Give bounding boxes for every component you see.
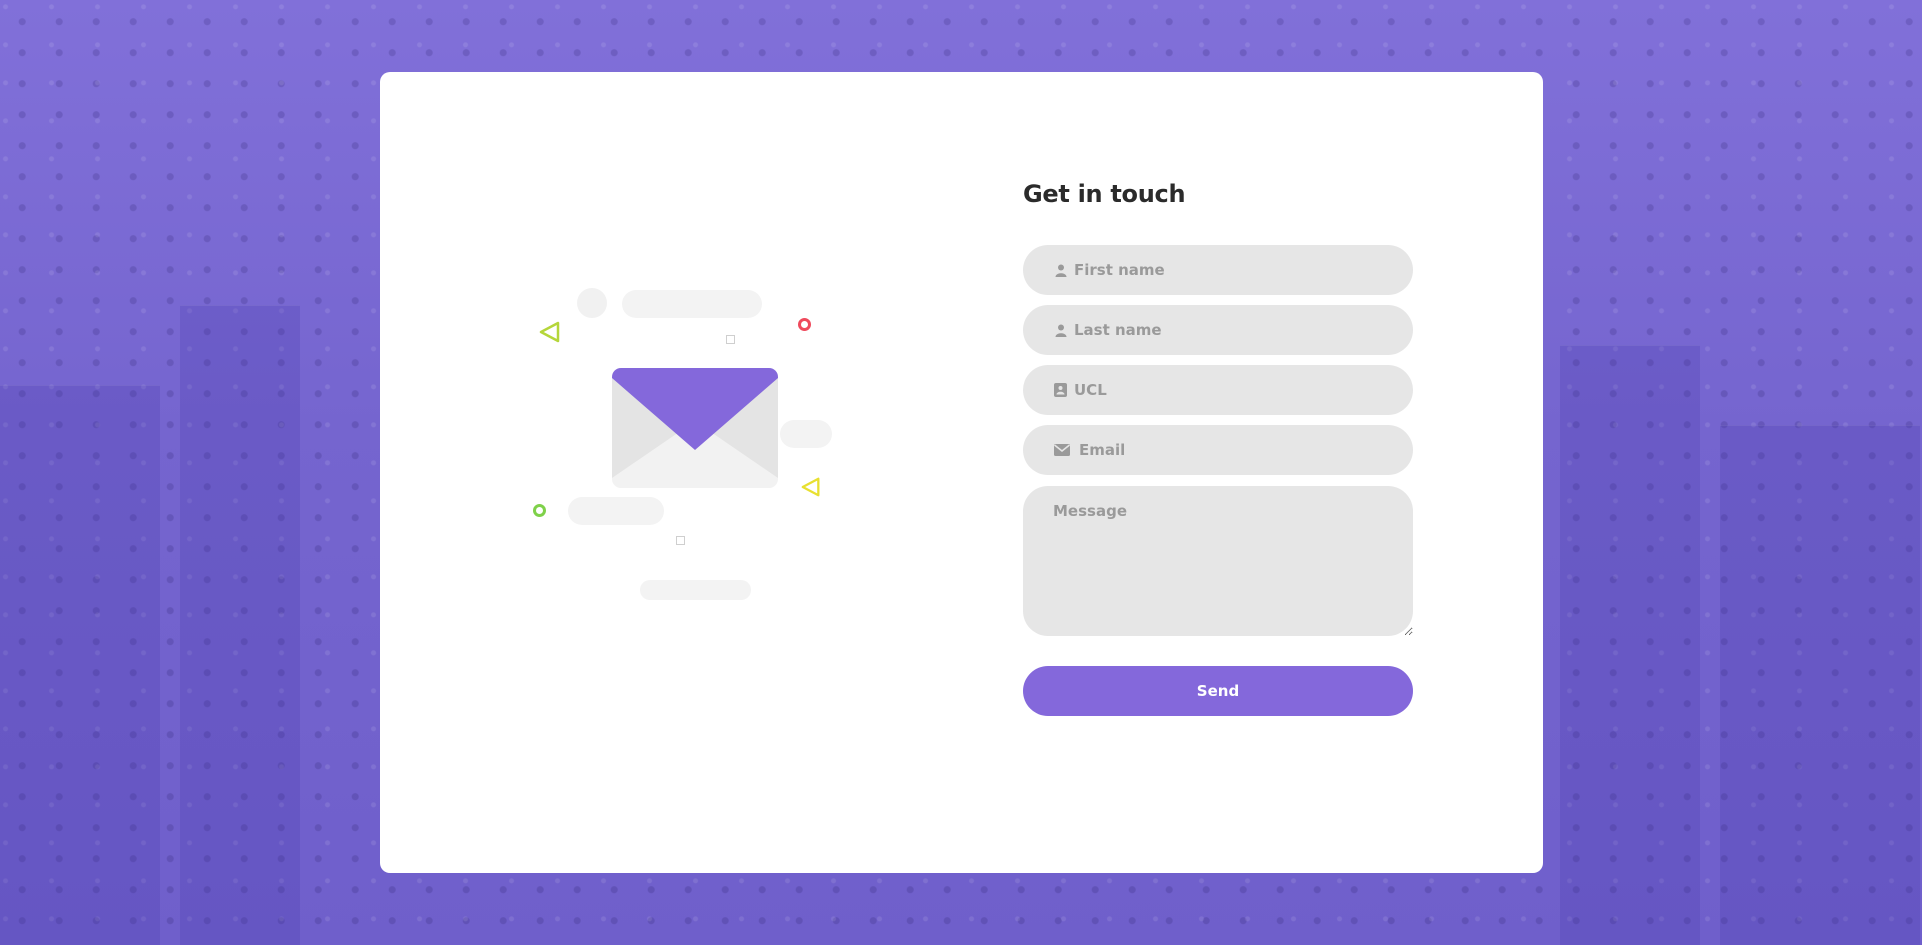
message-textarea[interactable]	[1023, 486, 1413, 636]
user-icon	[1053, 263, 1068, 278]
id-card-icon	[1053, 383, 1068, 398]
background-building	[1720, 425, 1920, 945]
user-icon	[1053, 323, 1068, 338]
last-name-field[interactable]	[1023, 305, 1413, 355]
ucl-field[interactable]	[1023, 365, 1413, 415]
mail-illustration	[380, 72, 980, 873]
background-building	[180, 305, 300, 945]
send-button[interactable]: Send	[1023, 666, 1413, 716]
green-triangle-icon	[539, 321, 560, 343]
decor-pill	[568, 497, 664, 525]
email-input[interactable]	[1079, 441, 1399, 459]
last-name-input[interactable]	[1074, 321, 1394, 339]
green-ring-icon	[533, 504, 546, 517]
decor-pill	[780, 420, 832, 448]
decor-square	[726, 335, 735, 344]
email-field[interactable]	[1023, 425, 1413, 475]
envelope-illustration-icon	[612, 368, 778, 488]
decor-square	[676, 536, 685, 545]
background-building	[1560, 345, 1700, 945]
decor-circle	[577, 288, 607, 318]
contact-card: Get in touch Send	[380, 72, 1543, 873]
ucl-input[interactable]	[1074, 381, 1394, 399]
background-building	[0, 385, 160, 945]
form-title: Get in touch	[1023, 180, 1186, 208]
decor-pill	[640, 580, 751, 600]
envelope-icon	[1053, 443, 1071, 458]
yellow-triangle-icon	[801, 477, 820, 497]
first-name-input[interactable]	[1074, 261, 1394, 279]
first-name-field[interactable]	[1023, 245, 1413, 295]
decor-pill	[622, 290, 762, 318]
red-ring-icon	[798, 318, 811, 331]
